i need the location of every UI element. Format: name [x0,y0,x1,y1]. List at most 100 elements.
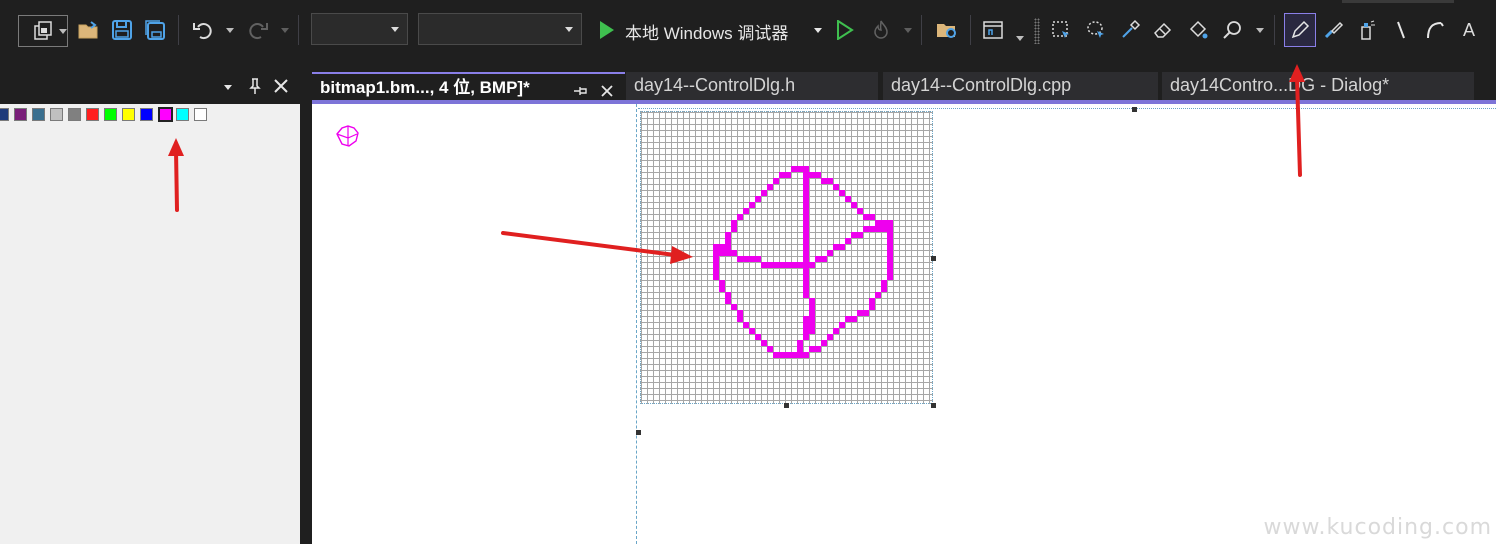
painted-pixel [809,316,815,322]
tab-dialog[interactable]: day14Contro...DG - Dialog* [1162,72,1474,100]
zoom-dropdown-icon[interactable] [1256,28,1264,33]
close-tab-icon[interactable] [599,80,615,100]
brush-button[interactable] [1318,15,1348,45]
pencil-button[interactable] [1284,13,1316,47]
hot-reload-button[interactable] [866,15,896,45]
color-swatch[interactable] [176,108,189,121]
colors-panel-header [0,70,300,104]
resize-handle[interactable] [636,430,641,435]
color-swatch[interactable] [140,108,153,121]
airbrush-button[interactable] [1352,15,1382,45]
painted-pixel [803,274,809,280]
painted-pixel [713,244,719,250]
resize-handle[interactable] [931,256,936,261]
hot-reload-dropdown-icon[interactable] [904,28,912,33]
platform-dropdown[interactable] [418,13,582,45]
color-swatch[interactable] [68,108,81,121]
color-swatch[interactable] [50,108,63,121]
close-icon[interactable] [272,77,292,97]
rectangle-select-button[interactable] [1046,15,1076,45]
pixel-drawing [713,166,893,358]
painted-pixel [761,340,767,346]
tab-controldlg-cpp[interactable]: day14--ControlDlg.cpp [883,72,1158,100]
painted-pixel [773,178,779,184]
start-debugging-button[interactable] [592,15,622,45]
color-swatch[interactable] [0,108,9,121]
debug-target-label[interactable]: 本地 Windows 调试器 [625,19,788,44]
start-without-debugging-button[interactable] [830,15,860,45]
color-swatch[interactable] [122,108,135,121]
painted-pixel [779,172,785,178]
grip-icon[interactable] [1034,18,1040,44]
painted-pixel [839,322,845,328]
redo-dropdown-icon[interactable] [281,28,289,33]
redo-button[interactable] [243,15,273,45]
text-tool-button[interactable]: A [1454,15,1484,45]
undo-dropdown-icon[interactable] [226,28,234,33]
pin-icon[interactable] [245,76,265,96]
resize-handle[interactable] [1132,107,1137,112]
find-in-files-button[interactable] [932,15,962,45]
save-button[interactable] [107,15,137,45]
undo-button[interactable] [188,15,218,45]
painted-pixel [887,274,893,280]
painted-pixel [785,262,791,268]
color-swatch[interactable] [104,108,117,121]
fill-button[interactable] [1183,15,1213,45]
solution-config-button[interactable] [18,15,68,47]
curve-button[interactable] [1420,15,1450,45]
color-swatch[interactable] [86,108,99,121]
pin-tab-icon[interactable] [572,80,588,100]
color-swatch[interactable] [32,108,45,121]
painted-pixel [737,214,743,220]
painted-pixel [755,256,761,262]
painted-pixel [791,166,797,172]
painted-pixel [869,304,875,310]
eraser-button[interactable] [1148,15,1178,45]
tab-bitmap1[interactable]: bitmap1.bm..., 4 位, BMP]* [312,72,625,100]
open-folder-button[interactable] [74,15,104,45]
painted-pixel [809,298,815,304]
lasso-select-button[interactable] [1081,15,1111,45]
resize-handle[interactable] [931,403,936,408]
painted-pixel [851,202,857,208]
color-swatch[interactable] [194,108,207,121]
image-editor-window-button[interactable] [978,15,1008,45]
folder-search-icon [935,19,959,41]
line-button[interactable] [1386,15,1416,45]
painted-pixel [797,340,803,346]
save-all-icon [144,19,166,41]
zoomed-pixel-grid[interactable] [640,111,933,404]
toolbar-separator [178,15,179,45]
configuration-dropdown[interactable] [311,13,408,45]
color-swatch[interactable] [158,107,173,122]
panel-menu-icon[interactable] [224,85,232,90]
painted-pixel [767,346,773,352]
painted-pixel [791,352,797,358]
painted-pixel [779,352,785,358]
painted-pixel [731,226,737,232]
preview-divider [636,104,638,544]
painted-pixel [803,280,809,286]
painted-pixel [821,178,827,184]
painted-pixel [839,190,845,196]
painted-pixel [713,274,719,280]
painted-pixel [803,328,809,334]
resize-handle[interactable] [784,403,789,408]
painted-pixel [719,250,725,256]
painted-pixel [737,256,743,262]
dropdown-icon[interactable] [1016,36,1024,41]
painted-pixel [809,262,815,268]
panel-splitter[interactable] [300,70,312,544]
eyedropper-icon [1119,19,1141,41]
tab-controldlg-h[interactable]: day14--ControlDlg.h [626,72,878,100]
debug-target-dropdown-icon[interactable] [814,28,822,33]
save-all-button[interactable] [140,15,170,45]
painted-pixel [797,166,803,172]
color-picker-button[interactable] [1115,15,1145,45]
zoom-button[interactable] [1218,15,1248,45]
painted-pixel [857,310,863,316]
painted-pixel [887,250,893,256]
color-swatch[interactable] [14,108,27,121]
painted-pixel [875,292,881,298]
